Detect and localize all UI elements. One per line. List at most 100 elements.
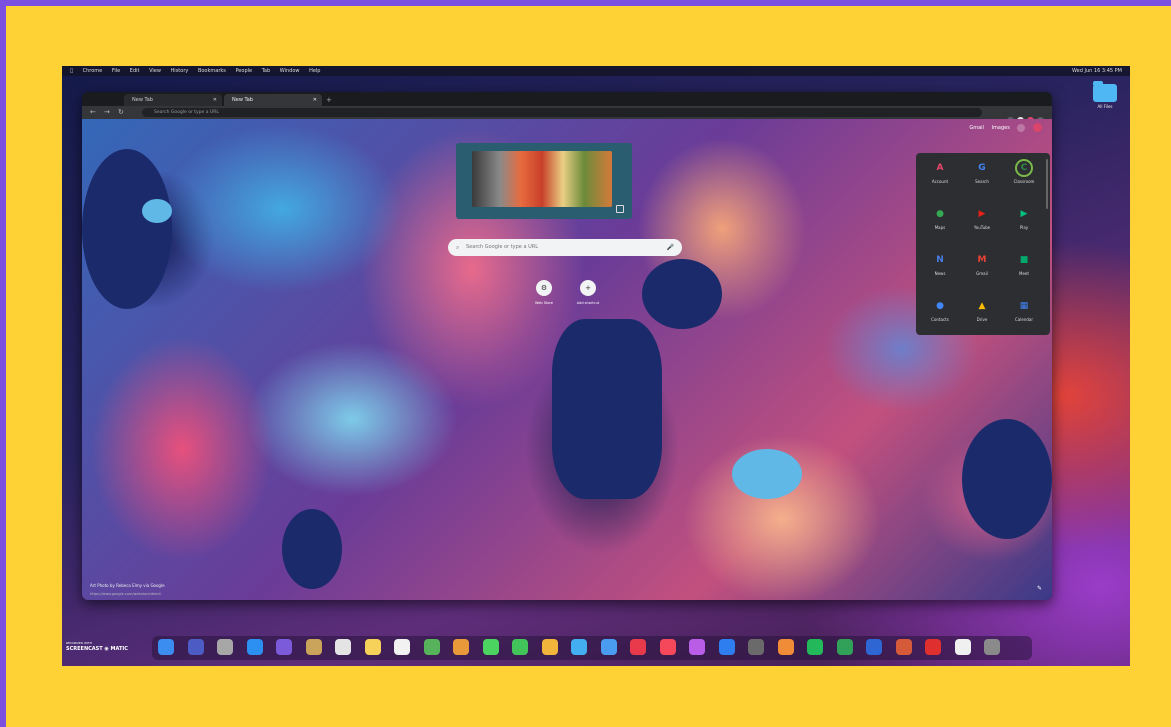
menu-bar:  Chrome File Edit View History Bookmark… xyxy=(62,66,1130,76)
dock-app-icon[interactable] xyxy=(335,639,351,655)
menu-item-view[interactable]: View xyxy=(149,68,161,74)
menu-item-chrome[interactable]: Chrome xyxy=(83,68,103,74)
desktop-folder-label: All Files xyxy=(1097,104,1113,109)
search-input[interactable]: ⌕ Search Google or type a URL 🎤 xyxy=(448,239,682,256)
dock-app-icon[interactable] xyxy=(866,639,882,655)
app-youtube[interactable]: ▶ YouTube xyxy=(962,207,1002,230)
dock-app-icon[interactable] xyxy=(305,639,322,655)
wallpaper-splat xyxy=(962,419,1052,539)
address-bar[interactable]: Search Google or type a URL xyxy=(142,108,982,117)
menu-item-help[interactable]: Help xyxy=(309,68,320,74)
menu-item-edit[interactable]: Edit xyxy=(130,68,140,74)
dock-app-icon[interactable] xyxy=(482,639,499,655)
menu-item-people[interactable]: People xyxy=(235,68,252,74)
dock-app-icon[interactable] xyxy=(600,639,617,655)
gmail-link[interactable]: Gmail xyxy=(969,125,984,131)
new-tab-button[interactable]: + xyxy=(326,94,332,106)
maps-icon: ● xyxy=(936,209,944,219)
desktop-folder[interactable]: All Files xyxy=(1092,81,1118,109)
dock-app-icon[interactable] xyxy=(453,639,469,655)
app-gmail[interactable]: M Gmail xyxy=(962,253,1002,276)
dock-app-icon[interactable] xyxy=(158,639,174,655)
dock xyxy=(152,636,1032,660)
dock-app-icon[interactable] xyxy=(689,639,705,655)
mac-screen:  Chrome File Edit View History Bookmark… xyxy=(62,66,1130,666)
dock-app-icon[interactable] xyxy=(984,639,1000,655)
dock-app-icon[interactable] xyxy=(777,639,794,655)
dock-app-icon[interactable] xyxy=(541,639,558,655)
dock-app-icon[interactable] xyxy=(895,639,912,655)
app-label: Account xyxy=(931,179,949,184)
dock-app-icon[interactable] xyxy=(276,639,292,655)
dock-app-icon[interactable] xyxy=(630,639,646,655)
dock-area: RECORDED WITH SCREENCAST ◉ MATIC xyxy=(62,630,1130,666)
app-account[interactable]: A Account xyxy=(920,161,960,184)
app-play[interactable]: ▶ Play xyxy=(1004,207,1044,230)
ntp-top-links: Gmail Images xyxy=(963,123,1042,132)
account-avatar[interactable] xyxy=(1033,123,1042,132)
app-search[interactable]: G Search xyxy=(962,161,1002,184)
tab-1[interactable]: New Tab ✕ xyxy=(124,94,222,106)
app-drive[interactable]: ▲ Drive xyxy=(962,299,1002,322)
watermark-main: SCREENCAST ◉ MATIC xyxy=(66,646,128,652)
contacts-icon: ● xyxy=(936,301,944,311)
dock-app-icon[interactable] xyxy=(836,639,853,655)
dock-app-icon[interactable] xyxy=(246,639,263,655)
apps-scrollbar[interactable] xyxy=(1046,159,1048,209)
dock-app-icon[interactable] xyxy=(187,639,204,655)
web-store-icon: ⚙ xyxy=(536,280,552,296)
doodle-image xyxy=(472,151,612,207)
dock-app-icon[interactable] xyxy=(571,639,587,655)
classroom-icon: C xyxy=(1017,161,1031,175)
app-label: Calendar xyxy=(1015,317,1033,322)
search-placeholder: Search Google or type a URL xyxy=(466,244,539,250)
meet-icon: ■ xyxy=(1019,255,1029,265)
photo-credit[interactable]: Art Photo by Rebeca Elmy via Google xyxy=(90,583,165,588)
app-label: Classroom xyxy=(1013,179,1035,184)
dock-app-icon[interactable] xyxy=(954,639,971,655)
tab-2[interactable]: New Tab ✕ xyxy=(224,94,322,106)
app-maps[interactable]: ● Maps xyxy=(920,207,960,230)
app-meet[interactable]: ■ Meet xyxy=(1004,253,1044,276)
customize-pencil-icon[interactable]: ✎ xyxy=(1037,585,1042,592)
wallpaper-splat xyxy=(642,259,722,329)
app-label: Maps xyxy=(934,225,946,230)
menu-item-bookmarks[interactable]: Bookmarks xyxy=(198,68,226,74)
dock-app-icon[interactable] xyxy=(748,639,764,655)
menu-item-history[interactable]: History xyxy=(171,68,189,74)
dock-app-icon[interactable] xyxy=(394,639,410,655)
dock-app-icon[interactable] xyxy=(718,639,735,655)
app-news[interactable]: N News xyxy=(920,253,960,276)
images-link[interactable]: Images xyxy=(992,125,1010,131)
dock-app-icon[interactable] xyxy=(925,639,941,655)
menu-item-file[interactable]: File xyxy=(112,68,120,74)
app-contacts[interactable]: ● Contacts xyxy=(920,299,960,322)
menubar-clock[interactable]: Wed Jun 16 3:45 PM xyxy=(1072,66,1122,76)
apple-menu[interactable]:  xyxy=(70,68,73,74)
dock-app-icon[interactable] xyxy=(512,639,528,655)
reload-button[interactable]: ↻ xyxy=(118,106,124,119)
dock-app-icon[interactable] xyxy=(423,639,440,655)
shortcut-add[interactable]: + Add shortcut xyxy=(568,280,608,305)
microphone-icon[interactable]: 🎤 xyxy=(667,239,674,256)
dock-app-icon[interactable] xyxy=(659,639,676,655)
app-calendar[interactable]: ▦ Calendar xyxy=(1004,299,1044,322)
address-bar-placeholder: Search Google or type a URL xyxy=(154,110,219,115)
account-icon: A xyxy=(936,163,944,173)
google-doodle[interactable] xyxy=(456,143,632,219)
close-tab-icon[interactable]: ✕ xyxy=(313,94,317,106)
shortcut-web-store[interactable]: ⚙ Web Store xyxy=(524,280,564,305)
menu-item-window[interactable]: Window xyxy=(280,68,300,74)
dock-app-icon[interactable] xyxy=(364,639,381,655)
dock-app-icon[interactable] xyxy=(217,639,233,655)
app-label: Search xyxy=(975,179,989,184)
close-tab-icon[interactable]: ✕ xyxy=(213,94,217,106)
menu-item-tab[interactable]: Tab xyxy=(262,68,270,74)
apps-grid-icon[interactable] xyxy=(1017,123,1026,132)
share-icon[interactable] xyxy=(616,205,624,213)
wallpaper-splat xyxy=(732,449,802,499)
back-button[interactable]: ← xyxy=(90,106,96,119)
dock-app-icon[interactable] xyxy=(807,639,823,655)
app-classroom[interactable]: C Classroom xyxy=(1004,161,1044,184)
forward-button[interactable]: → xyxy=(104,106,110,119)
